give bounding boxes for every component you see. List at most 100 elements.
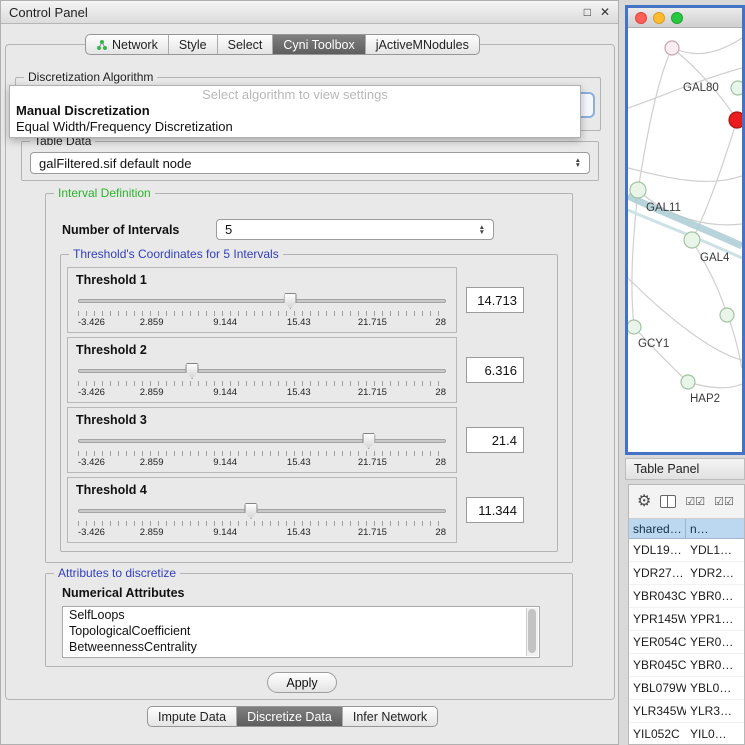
tick-label: 15.43 bbox=[287, 457, 311, 468]
table-panel-title: Table Panel bbox=[634, 462, 699, 476]
slider-track[interactable] bbox=[78, 509, 446, 513]
tab-style[interactable]: Style bbox=[169, 35, 218, 54]
network-node-red[interactable] bbox=[729, 112, 742, 128]
table-data-combobox[interactable]: galFiltered.sif default node ▲▼ bbox=[30, 152, 590, 174]
tab-cyni-toolbox[interactable]: Cyni Toolbox bbox=[273, 35, 365, 54]
cell[interactable]: YBR0… bbox=[686, 658, 744, 672]
slider-thumb[interactable] bbox=[186, 363, 199, 379]
threshold-3-value-field[interactable]: 21.4 bbox=[466, 427, 524, 453]
threshold-rows: Threshold 1 -3.426 2.859 9.144 15.43 bbox=[61, 255, 557, 551]
network-node-gcy1[interactable] bbox=[628, 320, 641, 334]
cell[interactable]: YPR145W bbox=[629, 612, 686, 626]
algorithm-option-manual[interactable]: Manual Discretization bbox=[10, 103, 580, 119]
cell[interactable]: YIL052C bbox=[629, 727, 686, 741]
table-header-row: shared… n… bbox=[629, 519, 744, 539]
scrollbar-thumb[interactable] bbox=[528, 609, 536, 653]
slider-track[interactable] bbox=[78, 299, 446, 303]
table-row[interactable]: YER054C YER0… bbox=[629, 631, 744, 654]
tab-jactivemnodules[interactable]: jActiveMNodules bbox=[366, 35, 479, 54]
tick-label: 15.43 bbox=[287, 387, 311, 398]
cell[interactable]: YBR0… bbox=[686, 589, 744, 603]
threshold-1-slider[interactable] bbox=[78, 293, 446, 309]
cell[interactable]: YER0… bbox=[686, 635, 744, 649]
cell[interactable]: YER054C bbox=[629, 635, 686, 649]
minimize-traffic-light-icon[interactable] bbox=[653, 12, 665, 24]
tab-impute-data[interactable]: Impute Data bbox=[148, 707, 237, 726]
cell[interactable]: YDR2… bbox=[686, 566, 744, 580]
slider-thumb[interactable] bbox=[284, 293, 297, 309]
tick-label: 9.144 bbox=[213, 527, 237, 538]
table-row[interactable]: YLR345W YLR3… bbox=[629, 700, 744, 723]
number-of-intervals-combobox[interactable]: 5 ▲▼ bbox=[216, 219, 494, 240]
cell[interactable]: YBL079W bbox=[629, 681, 686, 695]
list-item[interactable]: TopologicalCoefficient bbox=[63, 623, 539, 639]
cell[interactable]: YIL0… bbox=[686, 727, 744, 741]
slider-thumb[interactable] bbox=[244, 503, 257, 519]
threshold-4-value-field[interactable]: 11.344 bbox=[466, 497, 524, 523]
desktop: Control Panel □ ✕ Network Style bbox=[0, 0, 745, 745]
threshold-2-value-field[interactable]: 6.316 bbox=[466, 357, 524, 383]
cell[interactable]: YPR1… bbox=[686, 612, 744, 626]
cell[interactable]: YBR043C bbox=[629, 589, 686, 603]
network-node-hap2[interactable] bbox=[681, 375, 695, 389]
table-row[interactable]: YDL19… YDL1… bbox=[629, 539, 744, 562]
select-none-checkboxes-icon[interactable]: ☑☑ bbox=[714, 495, 734, 508]
tick-label: 21.715 bbox=[358, 317, 387, 328]
columns-icon[interactable] bbox=[660, 495, 676, 508]
tab-discretize-data[interactable]: Discretize Data bbox=[237, 707, 343, 726]
network-node-gal4[interactable] bbox=[684, 232, 700, 248]
table-row[interactable]: YPR145W YPR1… bbox=[629, 608, 744, 631]
network-node[interactable] bbox=[731, 81, 742, 95]
float-window-icon[interactable]: □ bbox=[584, 5, 591, 19]
combo-arrows-icon: ▲▼ bbox=[569, 158, 581, 168]
threshold-3-panel: Threshold 3 -3.426 2.859 9.144 15.43 bbox=[67, 407, 457, 473]
tab-select[interactable]: Select bbox=[218, 35, 274, 54]
table-row[interactable]: YBL079W YBL0… bbox=[629, 677, 744, 700]
network-node-gal11[interactable] bbox=[630, 182, 646, 198]
close-icon[interactable]: ✕ bbox=[600, 5, 610, 19]
list-item[interactable]: SelfLoops bbox=[63, 607, 539, 623]
slider-track[interactable] bbox=[78, 369, 446, 373]
slider-tick-marks bbox=[78, 521, 446, 526]
list-item[interactable]: BetweennessCentrality bbox=[63, 639, 539, 655]
network-canvas[interactable]: GAL80 GAL11 GAL4 GCY1 HAP2 bbox=[628, 28, 742, 432]
node-label: GAL4 bbox=[700, 252, 730, 264]
cell[interactable]: YBR045C bbox=[629, 658, 686, 672]
numerical-attributes-list[interactable]: SelfLoops TopologicalCoefficient Between… bbox=[62, 606, 540, 658]
list-scrollbar[interactable] bbox=[526, 608, 538, 656]
table-row[interactable]: YIL052C YIL0… bbox=[629, 723, 744, 745]
cell[interactable]: YLR3… bbox=[686, 704, 744, 718]
column-header-name[interactable]: n… bbox=[686, 519, 744, 538]
gear-icon[interactable]: ⚙ bbox=[637, 494, 651, 510]
tab-select-label: Select bbox=[228, 38, 263, 52]
tick-label: 2.859 bbox=[140, 527, 164, 538]
column-header-shared-name[interactable]: shared… bbox=[629, 519, 686, 538]
algorithm-option-equal-width[interactable]: Equal Width/Frequency Discretization bbox=[10, 119, 580, 135]
network-node[interactable] bbox=[720, 308, 734, 322]
threshold-2-slider[interactable] bbox=[78, 363, 446, 379]
cell[interactable]: YLR345W bbox=[629, 704, 686, 718]
slider-track[interactable] bbox=[78, 439, 446, 443]
table-row[interactable]: YDR27… YDR2… bbox=[629, 562, 744, 585]
network-view-window[interactable]: GAL80 GAL11 GAL4 GCY1 HAP2 bbox=[625, 5, 745, 455]
cell[interactable]: YDL19… bbox=[629, 543, 686, 557]
cell[interactable]: YBL0… bbox=[686, 681, 744, 695]
select-all-checkboxes-icon[interactable]: ☑☑ bbox=[685, 495, 705, 508]
cell[interactable]: YDR27… bbox=[629, 566, 686, 580]
apply-button[interactable]: Apply bbox=[267, 672, 337, 693]
tab-infer-network[interactable]: Infer Network bbox=[343, 707, 437, 726]
slider-thumb[interactable] bbox=[362, 433, 375, 449]
close-traffic-light-icon[interactable] bbox=[635, 12, 647, 24]
network-node-gal80[interactable] bbox=[665, 41, 679, 55]
threshold-3-slider[interactable] bbox=[78, 433, 446, 449]
threshold-4-slider[interactable] bbox=[78, 503, 446, 519]
table-row[interactable]: YBR045C YBR0… bbox=[629, 654, 744, 677]
table-row[interactable]: YBR043C YBR0… bbox=[629, 585, 744, 608]
combo-arrows-icon: ▲▼ bbox=[473, 225, 485, 235]
cell[interactable]: YDL1… bbox=[686, 543, 744, 557]
threshold-1-value-field[interactable]: 14.713 bbox=[466, 287, 524, 313]
tab-network[interactable]: Network bbox=[86, 35, 169, 54]
tick-label: 15.43 bbox=[287, 527, 311, 538]
zoom-traffic-light-icon[interactable] bbox=[671, 12, 683, 24]
algorithm-placeholder: Select algorithm to view settings bbox=[10, 86, 580, 103]
